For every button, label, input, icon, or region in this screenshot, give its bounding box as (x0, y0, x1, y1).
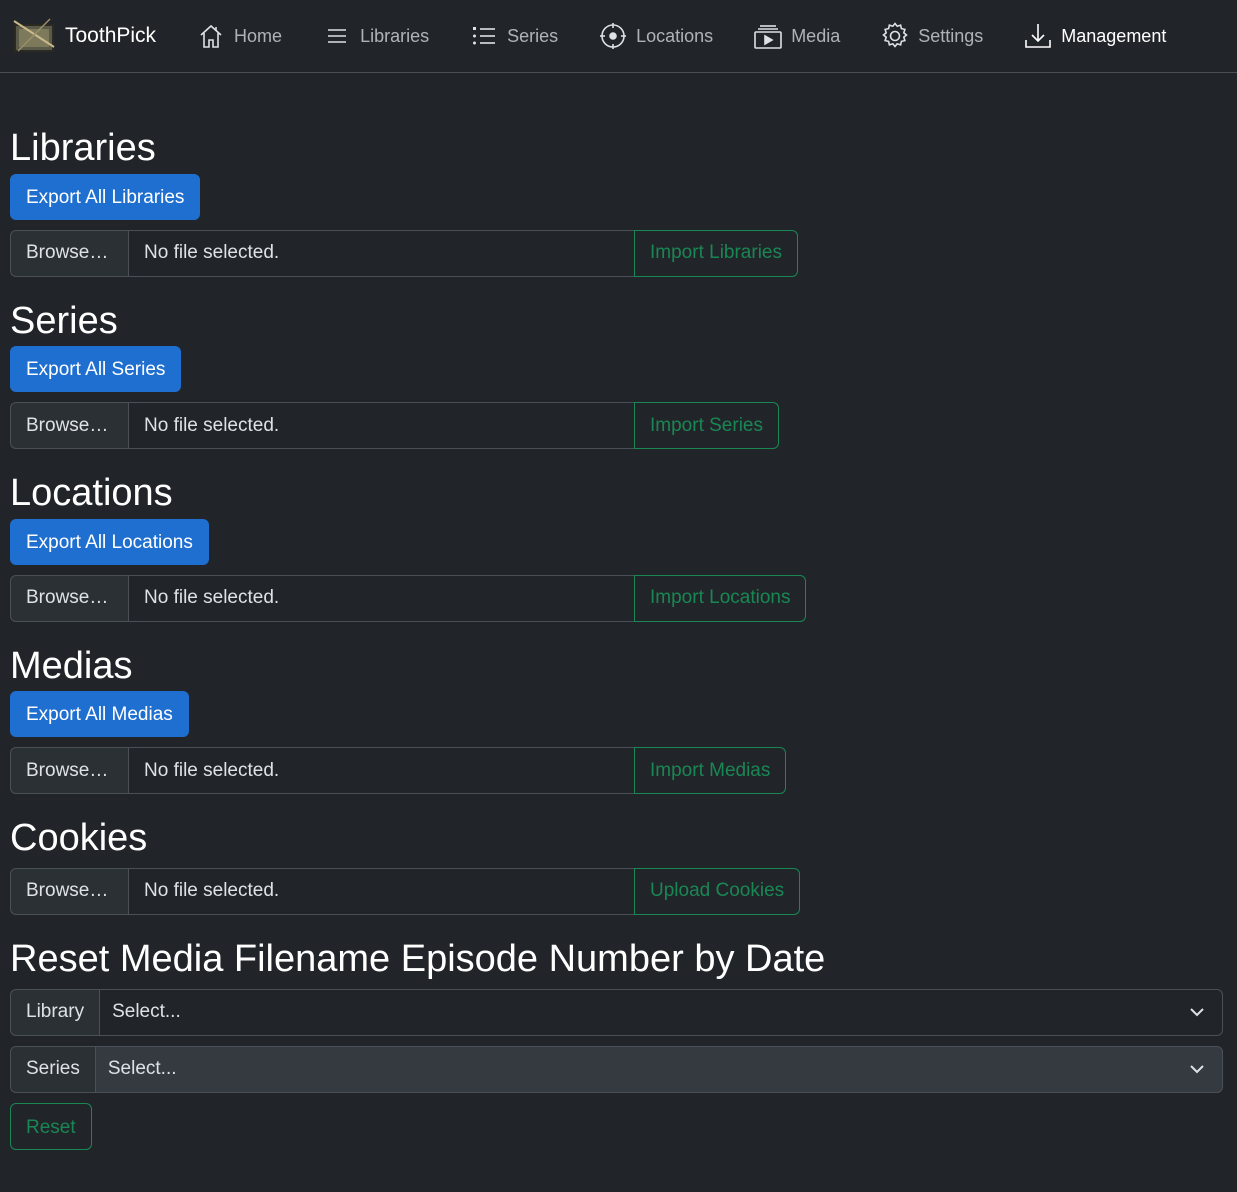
top-navbar: ToothPick Home Libraries Series Location… (0, 0, 1237, 73)
library-select-value: Select... (112, 1001, 181, 1023)
list-ul-icon (469, 21, 499, 51)
cookies-file-input-group: Browse… No file selected. Upload Cookies (10, 867, 1227, 915)
import-locations-button[interactable]: Import Locations (634, 574, 807, 622)
reset-button[interactable]: Reset (10, 1102, 92, 1150)
media-icon (753, 21, 783, 51)
series-file-status[interactable]: No file selected. (128, 402, 634, 450)
brand[interactable]: ToothPick (12, 17, 156, 55)
cookies-section: Cookies Browse… No file selected. Upload… (10, 816, 1227, 915)
chevron-down-icon (1190, 1065, 1204, 1074)
toothpick-logo-icon (13, 18, 55, 52)
nav-series[interactable]: Series (469, 21, 558, 51)
library-select-group: Library Select... (10, 988, 1223, 1036)
export-locations-button[interactable]: Export All Locations (10, 518, 209, 565)
library-select-label: Library (10, 988, 100, 1036)
libraries-file-input-group: Browse… No file selected. Import Librari… (10, 229, 1227, 277)
series-heading: Series (10, 299, 118, 342)
locations-file-input-group: Browse… No file selected. Import Locatio… (10, 574, 1227, 622)
brand-name: ToothPick (65, 24, 157, 47)
medias-heading: Medias (10, 644, 133, 687)
medias-file-status[interactable]: No file selected. (128, 747, 634, 795)
chevron-down-icon (1190, 1008, 1204, 1017)
upload-cookies-button[interactable]: Upload Cookies (634, 867, 801, 915)
libraries-heading: Libraries (10, 127, 156, 169)
nav-home-label: Home (234, 25, 283, 46)
nav-media[interactable]: Media (753, 21, 840, 51)
nav-home[interactable]: Home (196, 21, 282, 51)
nav-series-label: Series (507, 25, 559, 46)
nav-libraries[interactable]: Libraries (322, 21, 429, 51)
medias-section: Medias Export All Medias Browse… No file… (10, 644, 1227, 795)
series-section: Series Export All Series Browse… No file… (10, 299, 1227, 450)
libraries-file-status[interactable]: No file selected. (128, 229, 634, 277)
nav-settings-label: Settings (918, 25, 984, 46)
series-select-value: Select... (107, 1058, 177, 1080)
locations-heading: Locations (10, 472, 173, 515)
series-browse-button[interactable]: Browse… (10, 402, 128, 450)
cookies-browse-button[interactable]: Browse… (10, 867, 128, 915)
locations-file-status[interactable]: No file selected. (128, 574, 634, 622)
reset-heading: Reset Media Filename Episode Number by D… (10, 937, 826, 980)
gear-icon (880, 21, 910, 51)
target-icon (598, 21, 628, 51)
series-file-input-group: Browse… No file selected. Import Series (10, 402, 1227, 450)
libraries-browse-button[interactable]: Browse… (10, 229, 128, 277)
export-libraries-button[interactable]: Export All Libraries (10, 173, 201, 220)
import-medias-button[interactable]: Import Medias (634, 747, 787, 795)
nav-management[interactable]: Management (1023, 21, 1166, 51)
libraries-section: Libraries Export All Libraries Browse… N… (10, 73, 1227, 277)
download-icon (1023, 21, 1053, 51)
cookies-file-status[interactable]: No file selected. (128, 867, 634, 915)
reset-section: Reset Media Filename Episode Number by D… (10, 937, 1227, 1150)
export-medias-button[interactable]: Export All Medias (10, 691, 189, 738)
series-select[interactable]: Select... (94, 1045, 1223, 1093)
nav-libraries-label: Libraries (360, 25, 430, 46)
management-content: Libraries Export All Libraries Browse… N… (0, 73, 1237, 1150)
export-series-button[interactable]: Export All Series (10, 346, 182, 393)
nav-management-label: Management (1061, 25, 1167, 46)
library-select[interactable]: Select... (99, 988, 1223, 1036)
medias-file-input-group: Browse… No file selected. Import Medias (10, 747, 1227, 795)
medias-browse-button[interactable]: Browse… (10, 747, 128, 795)
nav-media-label: Media (791, 25, 841, 46)
import-series-button[interactable]: Import Series (634, 402, 779, 450)
home-icon (196, 21, 226, 51)
nav-locations[interactable]: Locations (598, 21, 713, 51)
locations-browse-button[interactable]: Browse… (10, 574, 128, 622)
list-icon (322, 21, 352, 51)
series-select-group: Series Select... (10, 1045, 1223, 1093)
nav-locations-label: Locations (636, 25, 714, 46)
import-libraries-button[interactable]: Import Libraries (634, 229, 798, 277)
locations-section: Locations Export All Locations Browse… N… (10, 471, 1227, 622)
cookies-heading: Cookies (10, 817, 148, 860)
series-select-label: Series (10, 1045, 95, 1093)
nav-settings[interactable]: Settings (880, 21, 983, 51)
